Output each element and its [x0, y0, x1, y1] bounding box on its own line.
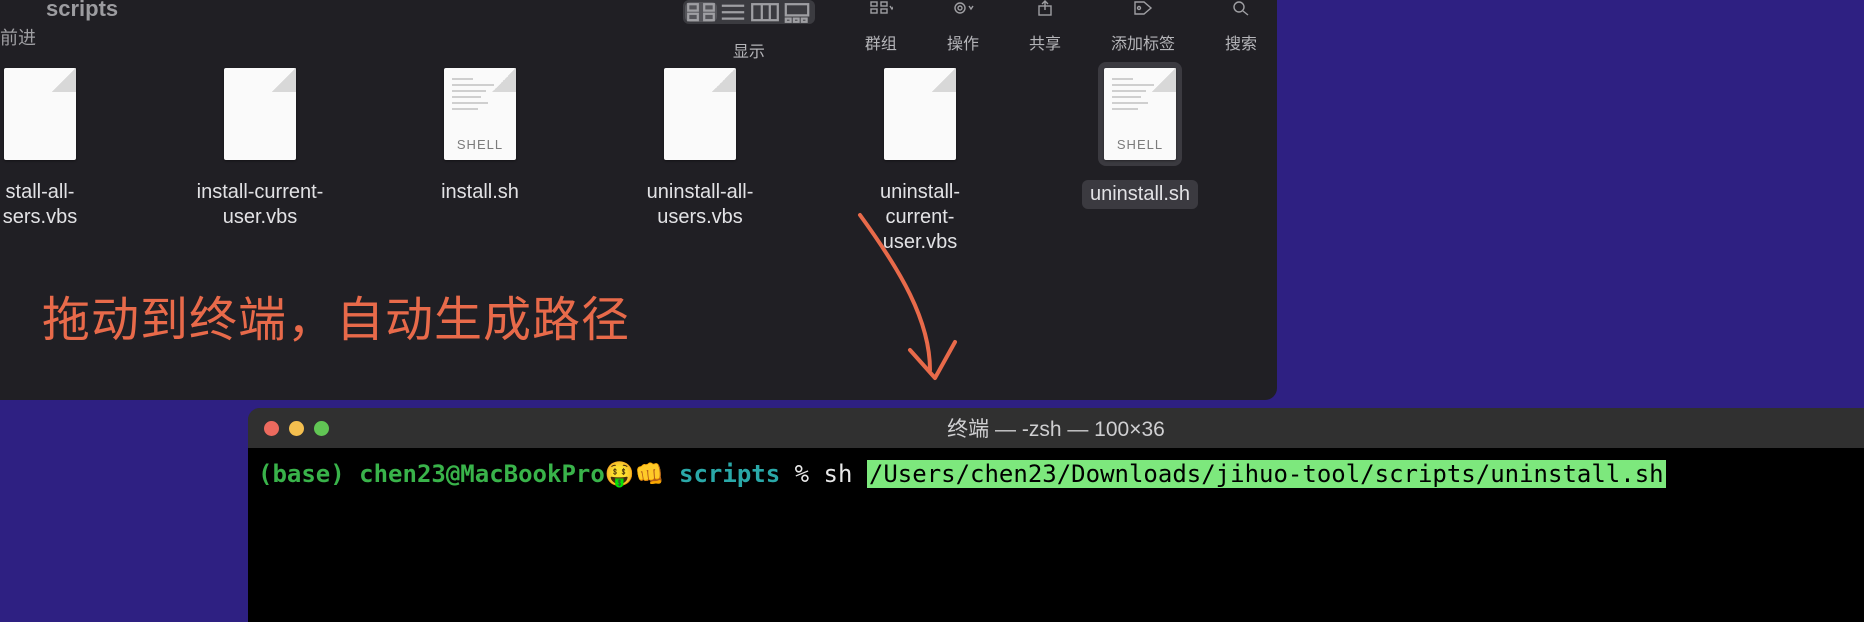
action-menu[interactable]: 操作 [947, 0, 979, 54]
nav-forward-label[interactable]: 前进 [0, 24, 36, 50]
prompt-userhost: chen23@MacBookPro [359, 460, 605, 488]
window-controls [264, 421, 329, 436]
file-item[interactable]: uninstall-current- user.vbs [850, 62, 990, 255]
file-label: install.sh [441, 180, 519, 205]
file-label: uninstall-current- user.vbs [850, 180, 990, 255]
grid-icon [869, 0, 893, 16]
command-path: /Users/chen23/Downloads/jihuo-tool/scrip… [867, 460, 1666, 488]
share-button[interactable]: 共享 [1029, 0, 1061, 54]
file-item[interactable]: stall-all- sers.vbs [0, 62, 110, 255]
annotation-text: 拖动到终端，自动生成路径 [42, 280, 630, 350]
file-item[interactable]: uninstall-all- users.vbs [630, 62, 770, 255]
gear-icon [951, 0, 975, 16]
terminal-body[interactable]: (base) chen23@MacBookPro🤑👊 scripts % sh … [248, 448, 1864, 622]
minimize-button[interactable] [289, 421, 304, 436]
tags-label: 添加标签 [1111, 30, 1175, 54]
view-segmented-control[interactable] [683, 0, 815, 24]
prompt-emoji: 🤑👊 [605, 460, 665, 488]
view-icons-button[interactable] [685, 2, 717, 22]
prompt-env: (base) [258, 460, 345, 488]
finder-toolbar-groups: 显示 群组 操作 共享 添加标签 [683, 0, 1257, 62]
file-label: uninstall-all- users.vbs [647, 180, 754, 230]
view-mode-group: 显示 [683, 0, 815, 62]
view-label: 显示 [733, 38, 765, 62]
share-label: 共享 [1029, 30, 1061, 54]
close-button[interactable] [264, 421, 279, 436]
terminal-window[interactable]: 终端 — -zsh — 100×36 (base) chen23@MacBook… [248, 408, 1864, 622]
zoom-button[interactable] [314, 421, 329, 436]
view-list-button[interactable] [717, 2, 749, 22]
shell-file-icon: SHELL [1104, 68, 1176, 160]
file-label: uninstall.sh [1082, 180, 1198, 209]
group-menu[interactable]: 群组 [865, 0, 897, 54]
search-icon [1229, 0, 1253, 16]
file-item[interactable]: SHELL install.sh [410, 62, 550, 255]
file-grid: stall-all- sers.vbs install-current- user… [0, 62, 1210, 255]
search-button[interactable]: 搜索 [1225, 0, 1257, 54]
terminal-titlebar[interactable]: 终端 — -zsh — 100×36 [248, 408, 1864, 448]
shell-badge: SHELL [444, 137, 516, 152]
finder-toolbar: 前进 scripts 显示 群组 操作 [0, 0, 1277, 50]
file-icon [664, 68, 736, 160]
command: sh [824, 460, 853, 488]
tags-button[interactable]: 添加标签 [1111, 0, 1175, 54]
group-label: 群组 [865, 30, 897, 54]
shell-file-icon: SHELL [444, 68, 516, 160]
search-label: 搜索 [1225, 30, 1257, 54]
file-item[interactable]: SHELL uninstall.sh [1070, 62, 1210, 255]
file-icon [224, 68, 296, 160]
view-columns-button[interactable] [749, 2, 781, 22]
share-icon [1033, 0, 1057, 16]
file-item[interactable]: install-current- user.vbs [190, 62, 330, 255]
prompt-cwd: scripts [679, 460, 780, 488]
file-icon [4, 68, 76, 160]
action-label: 操作 [947, 30, 979, 54]
file-label: install-current- user.vbs [197, 180, 324, 230]
file-icon [884, 68, 956, 160]
finder-title: scripts [46, 0, 118, 22]
prompt-symbol: % [795, 460, 809, 488]
shell-badge: SHELL [1104, 137, 1176, 152]
file-label: stall-all- sers.vbs [3, 180, 77, 230]
tag-icon [1131, 0, 1155, 16]
terminal-title: 终端 — -zsh — 100×36 [248, 413, 1864, 443]
view-gallery-button[interactable] [781, 2, 813, 22]
